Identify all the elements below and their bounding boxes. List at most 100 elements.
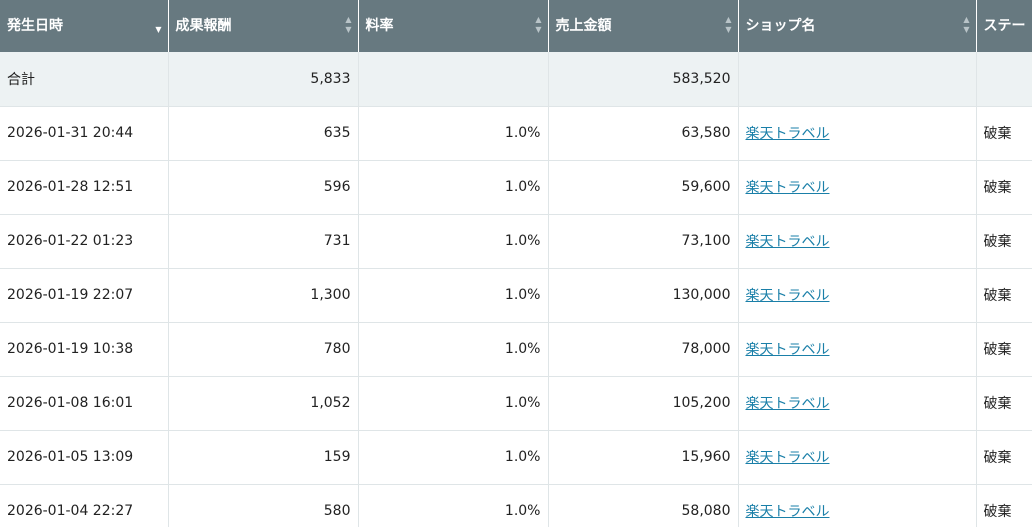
cell-reward: 1,052 bbox=[168, 376, 359, 431]
shop-link[interactable]: 楽天トラベル bbox=[746, 180, 830, 196]
cell-reward: 635 bbox=[168, 106, 359, 161]
column-label: ショップ名 bbox=[745, 18, 816, 34]
cell-status: 破棄 bbox=[976, 322, 1032, 377]
cell-sales: 130,000 bbox=[548, 268, 739, 323]
total-label: 合計 bbox=[0, 52, 169, 107]
column-header-sales[interactable]: 売上金額 ▲ ▼ bbox=[548, 0, 739, 52]
table-row: 2026-01-08 16:01 1,052 1.0% 105,200 楽天トラベル 破棄 bbox=[0, 376, 1032, 431]
cell-sales: 59,600 bbox=[548, 160, 739, 215]
cell-rate: 1.0% bbox=[358, 214, 549, 269]
cell-shop: 楽天トラベル bbox=[738, 160, 977, 215]
cell-shop: 楽天トラベル bbox=[738, 268, 977, 323]
total-row: 合計 5,833 583,520 bbox=[0, 52, 1032, 107]
cell-sales: 105,200 bbox=[548, 376, 739, 431]
column-label: ステー bbox=[983, 18, 1026, 34]
cell-shop: 楽天トラベル bbox=[738, 484, 977, 527]
results-table-container: 発生日時 ▼ 成果報酬 ▲ ▼ 料率 ▲ ▼ 売上金額 ▲ ▼ ショップ名 ▲ ▼ bbox=[0, 0, 1032, 527]
sort-toggle-icon[interactable]: ▲ ▼ bbox=[535, 15, 541, 35]
sort-up-icon: ▲ bbox=[963, 15, 970, 24]
cell-datetime: 2026-01-05 13:09 bbox=[0, 430, 169, 485]
sort-down-icon: ▼ bbox=[963, 25, 970, 34]
table-body: 合計 5,833 583,520 2026-01-31 20:44 635 1.0%… bbox=[0, 52, 1032, 527]
cell-reward: 596 bbox=[168, 160, 359, 215]
cell-shop: 楽天トラベル bbox=[738, 322, 977, 377]
sort-desc-icon[interactable]: ▼ bbox=[155, 25, 161, 34]
column-header-status[interactable]: ステー bbox=[976, 0, 1032, 52]
table-row: 2026-01-05 13:09 159 1.0% 15,960 楽天トラベル 破棄 bbox=[0, 430, 1032, 485]
column-header-shop[interactable]: ショップ名 ▲ ▼ bbox=[738, 0, 977, 52]
cell-status: 破棄 bbox=[976, 268, 1032, 323]
cell-status: 破棄 bbox=[976, 214, 1032, 269]
shop-link[interactable]: 楽天トラベル bbox=[746, 396, 830, 412]
table-row: 2026-01-22 01:23 731 1.0% 73,100 楽天トラベル 破棄 bbox=[0, 214, 1032, 269]
shop-link[interactable]: 楽天トラベル bbox=[746, 234, 830, 250]
table-row: 2026-01-04 22:27 580 1.0% 58,080 楽天トラベル 破棄 bbox=[0, 484, 1032, 527]
results-table: 発生日時 ▼ 成果報酬 ▲ ▼ 料率 ▲ ▼ 売上金額 ▲ ▼ ショップ名 ▲ ▼ bbox=[0, 0, 1032, 527]
cell-reward: 731 bbox=[168, 214, 359, 269]
column-label: 成果報酬 bbox=[175, 18, 232, 34]
cell-rate: 1.0% bbox=[358, 430, 549, 485]
shop-link[interactable]: 楽天トラベル bbox=[746, 342, 830, 358]
cell-sales: 58,080 bbox=[548, 484, 739, 527]
column-header-datetime[interactable]: 発生日時 ▼ bbox=[0, 0, 169, 52]
sort-down-icon: ▼ bbox=[725, 25, 732, 34]
cell-shop: 楽天トラベル bbox=[738, 106, 977, 161]
column-header-reward[interactable]: 成果報酬 ▲ ▼ bbox=[168, 0, 359, 52]
total-reward: 5,833 bbox=[168, 52, 359, 107]
shop-link[interactable]: 楽天トラベル bbox=[746, 288, 830, 304]
column-label: 料率 bbox=[365, 18, 394, 34]
sort-toggle-icon[interactable]: ▲ ▼ bbox=[345, 15, 351, 35]
shop-link[interactable]: 楽天トラベル bbox=[746, 126, 830, 142]
cell-status: 破棄 bbox=[976, 430, 1032, 485]
sort-toggle-icon[interactable]: ▲ ▼ bbox=[963, 15, 969, 35]
cell-status: 破棄 bbox=[976, 106, 1032, 161]
cell-rate: 1.0% bbox=[358, 376, 549, 431]
sort-up-icon: ▲ bbox=[535, 15, 542, 24]
cell-datetime: 2026-01-22 01:23 bbox=[0, 214, 169, 269]
total-status bbox=[976, 52, 1032, 107]
total-rate bbox=[358, 52, 549, 107]
column-header-rate[interactable]: 料率 ▲ ▼ bbox=[358, 0, 549, 52]
cell-sales: 15,960 bbox=[548, 430, 739, 485]
total-sales: 583,520 bbox=[548, 52, 739, 107]
shop-link[interactable]: 楽天トラベル bbox=[746, 504, 830, 520]
cell-status: 破棄 bbox=[976, 484, 1032, 527]
sort-down-icon: ▼ bbox=[345, 25, 352, 34]
cell-sales: 78,000 bbox=[548, 322, 739, 377]
cell-datetime: 2026-01-04 22:27 bbox=[0, 484, 169, 527]
table-header: 発生日時 ▼ 成果報酬 ▲ ▼ 料率 ▲ ▼ 売上金額 ▲ ▼ ショップ名 ▲ ▼ bbox=[0, 0, 1032, 52]
cell-reward: 580 bbox=[168, 484, 359, 527]
sort-up-icon: ▲ bbox=[725, 15, 732, 24]
cell-datetime: 2026-01-19 10:38 bbox=[0, 322, 169, 377]
cell-reward: 1,300 bbox=[168, 268, 359, 323]
table-row: 2026-01-19 10:38 780 1.0% 78,000 楽天トラベル 破棄 bbox=[0, 322, 1032, 377]
column-label: 売上金額 bbox=[555, 18, 612, 34]
cell-sales: 73,100 bbox=[548, 214, 739, 269]
table-row: 2026-01-28 12:51 596 1.0% 59,600 楽天トラベル 破棄 bbox=[0, 160, 1032, 215]
cell-reward: 159 bbox=[168, 430, 359, 485]
table-row: 2026-01-19 22:07 1,300 1.0% 130,000 楽天トラベル 破棄 bbox=[0, 268, 1032, 323]
total-shop bbox=[738, 52, 977, 107]
cell-rate: 1.0% bbox=[358, 484, 549, 527]
cell-shop: 楽天トラベル bbox=[738, 376, 977, 431]
cell-shop: 楽天トラベル bbox=[738, 214, 977, 269]
cell-rate: 1.0% bbox=[358, 322, 549, 377]
cell-rate: 1.0% bbox=[358, 268, 549, 323]
sort-toggle-icon[interactable]: ▲ ▼ bbox=[725, 15, 731, 35]
cell-rate: 1.0% bbox=[358, 160, 549, 215]
sort-down-icon: ▼ bbox=[535, 25, 542, 34]
header-row: 発生日時 ▼ 成果報酬 ▲ ▼ 料率 ▲ ▼ 売上金額 ▲ ▼ ショップ名 ▲ ▼ bbox=[0, 0, 1032, 52]
cell-datetime: 2026-01-08 16:01 bbox=[0, 376, 169, 431]
cell-reward: 780 bbox=[168, 322, 359, 377]
shop-link[interactable]: 楽天トラベル bbox=[746, 450, 830, 466]
cell-sales: 63,580 bbox=[548, 106, 739, 161]
cell-rate: 1.0% bbox=[358, 106, 549, 161]
cell-shop: 楽天トラベル bbox=[738, 430, 977, 485]
cell-datetime: 2026-01-28 12:51 bbox=[0, 160, 169, 215]
column-label: 発生日時 bbox=[7, 18, 63, 34]
cell-datetime: 2026-01-19 22:07 bbox=[0, 268, 169, 323]
cell-status: 破棄 bbox=[976, 376, 1032, 431]
sort-up-icon: ▲ bbox=[345, 15, 352, 24]
cell-datetime: 2026-01-31 20:44 bbox=[0, 106, 169, 161]
cell-status: 破棄 bbox=[976, 160, 1032, 215]
